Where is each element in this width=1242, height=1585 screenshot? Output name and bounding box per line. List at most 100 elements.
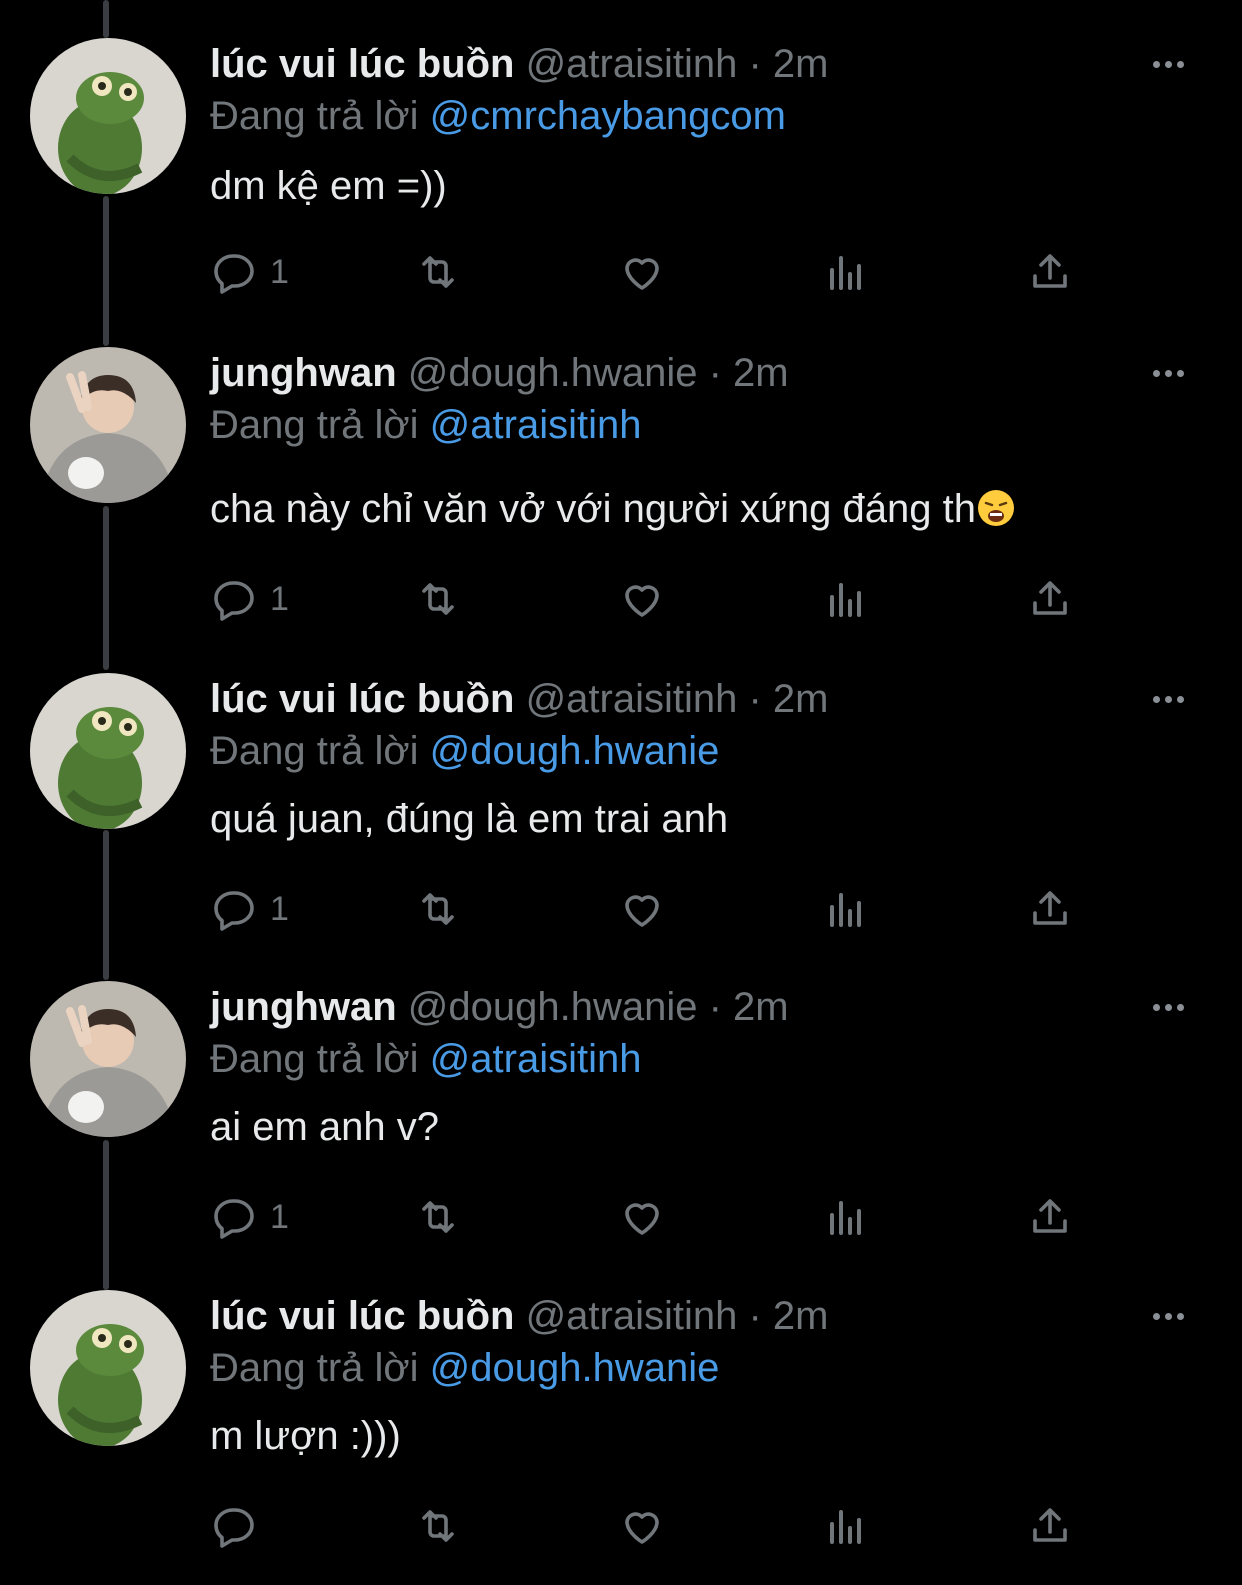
reply-count: 1 xyxy=(270,1197,289,1236)
share-button[interactable] xyxy=(1026,571,1074,627)
replying-to: Đang trả lời @atraisitinh xyxy=(210,401,641,449)
mention-link[interactable]: @dough.hwanie xyxy=(430,1346,720,1390)
user-handle[interactable]: @atraisitinh xyxy=(526,1294,738,1338)
action-bar: 1 xyxy=(0,881,1242,937)
like-button[interactable] xyxy=(618,1189,666,1245)
analytics-button[interactable] xyxy=(822,1189,870,1245)
share-icon xyxy=(1033,581,1067,615)
replying-label: Đang trả lời xyxy=(210,729,419,773)
analytics-icon xyxy=(830,1201,861,1235)
retweet-button[interactable] xyxy=(414,1498,462,1554)
reply-button[interactable]: 1 xyxy=(210,1189,289,1245)
share-button[interactable] xyxy=(1026,1498,1074,1554)
weary-face-emoji xyxy=(977,490,1014,526)
tweet[interactable]: junghwan @dough.hwanie · 2m Đang trả lời… xyxy=(0,943,1242,1253)
more-icon[interactable] xyxy=(1148,54,1188,74)
tweet[interactable]: lúc vui lúc buồn @atraisitinh · 2m Đang … xyxy=(0,1252,1242,1562)
like-icon xyxy=(625,585,659,617)
replying-to: Đang trả lời @atraisitinh xyxy=(210,1035,641,1083)
analytics-icon xyxy=(830,893,861,927)
avatar-junghwan[interactable] xyxy=(30,347,186,503)
avatar-junghwan[interactable] xyxy=(30,981,186,1137)
tweet-text: cha này chỉ văn vở với người xứng đáng t… xyxy=(210,487,976,531)
analytics-button[interactable] xyxy=(822,881,870,937)
tweet-text: m lượn :))) xyxy=(210,1414,401,1458)
like-icon xyxy=(625,1512,659,1544)
person-peace-sign-avatar xyxy=(30,347,186,503)
reply-button[interactable] xyxy=(210,1498,270,1554)
share-button[interactable] xyxy=(1026,1189,1074,1245)
replying-label: Đang trả lời xyxy=(210,94,419,138)
retweet-button[interactable] xyxy=(414,244,462,300)
share-button[interactable] xyxy=(1026,881,1074,937)
mention-link[interactable]: @dough.hwanie xyxy=(430,729,720,773)
tweet-text: dm kệ em =)) xyxy=(210,164,447,208)
tweet-header: junghwan @dough.hwanie · 2m xyxy=(210,349,789,397)
reply-button[interactable]: 1 xyxy=(210,571,289,627)
analytics-button[interactable] xyxy=(822,244,870,300)
mention-link[interactable]: @atraisitinh xyxy=(430,1037,642,1081)
reply-icon xyxy=(214,581,254,621)
analytics-icon xyxy=(830,1510,861,1544)
retweet-icon xyxy=(422,583,454,615)
display-name[interactable]: lúc vui lúc buồn xyxy=(210,1294,514,1338)
share-button[interactable] xyxy=(1026,244,1074,300)
like-icon xyxy=(625,895,659,927)
reply-icon xyxy=(214,1508,254,1548)
retweet-icon xyxy=(422,1510,454,1542)
share-icon xyxy=(1033,1199,1067,1233)
avatar-kermit[interactable] xyxy=(30,38,186,194)
retweet-button[interactable] xyxy=(414,571,462,627)
retweet-button[interactable] xyxy=(414,1189,462,1245)
timestamp: · 2m xyxy=(748,42,829,86)
avatar-kermit[interactable] xyxy=(30,1290,186,1446)
retweet-icon xyxy=(422,1201,454,1233)
mention-link[interactable]: @cmrchaybangcom xyxy=(430,94,786,138)
mention-link[interactable]: @atraisitinh xyxy=(430,403,642,447)
display-name[interactable]: junghwan xyxy=(210,985,397,1029)
replying-to: Đang trả lời @dough.hwanie xyxy=(210,1344,719,1392)
like-button[interactable] xyxy=(618,881,666,937)
avatar-kermit[interactable] xyxy=(30,673,186,829)
like-button[interactable] xyxy=(618,244,666,300)
more-icon[interactable] xyxy=(1148,997,1188,1017)
reply-count: 1 xyxy=(270,252,289,291)
user-handle[interactable]: @dough.hwanie xyxy=(408,351,698,395)
tweet-header: lúc vui lúc buồn @atraisitinh · 2m xyxy=(210,675,829,723)
retweet-icon xyxy=(422,893,454,925)
like-button[interactable] xyxy=(618,571,666,627)
action-bar: 1 xyxy=(0,571,1242,627)
analytics-button[interactable] xyxy=(822,571,870,627)
reply-button[interactable]: 1 xyxy=(210,244,289,300)
more-icon[interactable] xyxy=(1148,363,1188,383)
retweet-icon xyxy=(422,256,454,288)
share-icon xyxy=(1033,1508,1067,1542)
replying-label: Đang trả lời xyxy=(210,1346,419,1390)
share-icon xyxy=(1033,254,1067,288)
tweet[interactable]: lúc vui lúc buồn @atraisitinh · 2m Đang … xyxy=(0,0,1242,310)
kermit-plush-avatar xyxy=(30,673,186,829)
tweet-header: lúc vui lúc buồn @atraisitinh · 2m xyxy=(210,1292,829,1340)
like-button[interactable] xyxy=(618,1498,666,1554)
retweet-button[interactable] xyxy=(414,881,462,937)
tweet[interactable]: junghwan @dough.hwanie · 2m Đang trả lời… xyxy=(0,309,1242,621)
replying-label: Đang trả lời xyxy=(210,1037,419,1081)
analytics-icon xyxy=(830,583,861,617)
tweet-body: cha này chỉ văn vở với người xứng đáng t… xyxy=(210,485,1016,533)
timestamp: · 2m xyxy=(748,1294,829,1338)
display-name[interactable]: lúc vui lúc buồn xyxy=(210,42,514,86)
analytics-button[interactable] xyxy=(822,1498,870,1554)
like-icon xyxy=(625,258,659,290)
share-icon xyxy=(1033,891,1067,925)
reply-icon xyxy=(214,891,254,931)
user-handle[interactable]: @dough.hwanie xyxy=(408,985,698,1029)
reply-button[interactable]: 1 xyxy=(210,881,289,937)
user-handle[interactable]: @atraisitinh xyxy=(526,42,738,86)
tweet[interactable]: lúc vui lúc buồn @atraisitinh · 2m Đang … xyxy=(0,635,1242,945)
reply-icon xyxy=(214,1199,254,1239)
display-name[interactable]: junghwan xyxy=(210,351,397,395)
display-name[interactable]: lúc vui lúc buồn xyxy=(210,677,514,721)
more-icon[interactable] xyxy=(1148,689,1188,709)
user-handle[interactable]: @atraisitinh xyxy=(526,677,738,721)
more-icon[interactable] xyxy=(1148,1306,1188,1326)
